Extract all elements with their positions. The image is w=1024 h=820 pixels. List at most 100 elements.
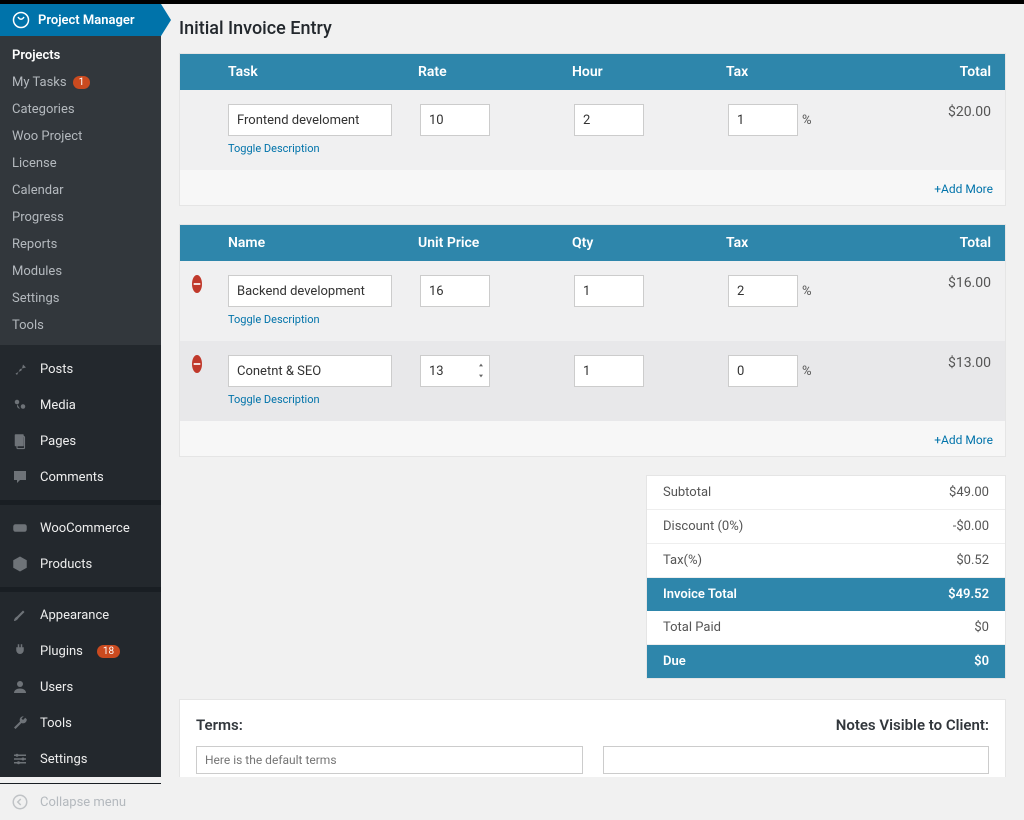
sidebar-item-reports[interactable]: Reports [0,231,161,258]
table-row: Toggle Description % $13.00 [180,341,1005,421]
nav-pages[interactable]: Pages [0,423,161,459]
qty-input[interactable] [574,355,644,387]
rate-input[interactable] [420,104,490,136]
sidebar-item-tools-pm[interactable]: Tools [0,312,161,339]
collapse-icon [10,792,30,812]
task-name-input[interactable] [228,104,392,136]
tax-input[interactable] [728,104,798,136]
number-spinner [475,360,487,381]
tools-icon [10,713,30,733]
add-more-link[interactable]: +Add More [934,182,993,196]
appearance-icon [10,605,30,625]
media-icon [10,395,30,415]
nav-posts[interactable]: Posts [0,351,161,387]
items-table-header: Name Unit Price Qty Tax Total [180,225,1005,261]
nav-separator-2 [0,587,161,592]
sidebar-item-calendar[interactable]: Calendar [0,177,161,204]
terms-section: Terms: [196,716,583,774]
th-qty: Qty [558,235,712,251]
remove-row-button[interactable] [192,275,202,293]
th-total: Total [892,64,1005,80]
nav-plugins[interactable]: Plugins18 [0,633,161,669]
sidebar-item-projects[interactable]: Projects [0,42,161,69]
sidebar-pm-header[interactable]: Project Manager [0,4,161,36]
collapse-menu[interactable]: Collapse menu [0,783,161,820]
summary-total-paid: Total Paid$0 [647,611,1005,645]
hour-input[interactable] [574,104,644,136]
terms-input[interactable] [196,746,583,774]
nav-comments[interactable]: Comments [0,459,161,495]
tax-input[interactable] [728,355,798,387]
percent-label: % [802,284,812,299]
th-rate: Rate [404,64,558,80]
th-hour: Hour [558,64,712,80]
add-more-row: +Add More [180,170,1005,205]
sidebar-item-categories[interactable]: Categories [0,96,161,123]
nav-users[interactable]: Users [0,669,161,705]
pm-submenu: Projects My Tasks1 Categories Woo Projec… [0,36,161,345]
summary-tax: Tax(%)$0.52 [647,544,1005,578]
admin-sidebar: Project Manager Projects My Tasks1 Categ… [0,4,161,777]
page-icon [10,431,30,451]
items-table: Name Unit Price Qty Tax Total Toggle Des… [179,224,1006,457]
remove-row-button[interactable] [192,355,202,373]
plugin-icon [10,641,30,661]
sidebar-item-my-tasks[interactable]: My Tasks1 [0,69,161,96]
add-more-row-2: +Add More [180,421,1005,456]
nav-media[interactable]: Media [0,387,161,423]
nav-separator [0,500,161,505]
qty-input[interactable] [574,275,644,307]
summary-discount: Discount (0%)-$0.00 [647,510,1005,544]
add-more-link[interactable]: +Add More [934,433,993,447]
settings-icon [10,749,30,769]
nav-tools[interactable]: Tools [0,705,161,741]
toggle-description-link[interactable]: Toggle Description [228,142,320,155]
summary-subtotal: Subtotal$49.00 [647,476,1005,510]
invoice-summary: Subtotal$49.00 Discount (0%)-$0.00 Tax(%… [646,475,1006,679]
sidebar-item-progress[interactable]: Progress [0,204,161,231]
toggle-description-link[interactable]: Toggle Description [228,313,320,326]
th-name: Name [214,235,404,251]
nav-appearance[interactable]: Appearance [0,597,161,633]
users-icon [10,677,30,697]
notes-input[interactable] [603,746,990,774]
notes-section: Notes Visible to Client: [603,716,990,774]
th-tax: Tax [712,64,892,80]
nav-woocommerce[interactable]: WooCommerce [0,510,161,546]
tasks-table-header: Task Rate Hour Tax Total [180,54,1005,90]
footer-sections: Terms: Notes Visible to Client: [179,699,1006,777]
table-row: Toggle Description % $16.00 [180,261,1005,341]
project-manager-title: Project Manager [38,13,135,28]
th-tax-2: Tax [712,235,892,251]
tax-input[interactable] [728,275,798,307]
item-name-input[interactable] [228,355,392,387]
page-title: Initial Invoice Entry [179,18,1006,39]
percent-label: % [802,113,812,128]
summary-due: Due$0 [647,645,1005,678]
item-name-input[interactable] [228,275,392,307]
wp-nav: Posts Media Pages Comments WooCommerce P… [0,345,161,783]
product-icon [10,554,30,574]
project-manager-logo-icon [12,11,30,29]
spinner-down-button[interactable] [475,371,487,381]
unitprice-input[interactable] [420,275,490,307]
tasks-table: Task Rate Hour Tax Total Toggle Descript… [179,53,1006,206]
summary-invoice-total: Invoice Total$49.52 [647,578,1005,611]
nav-settings[interactable]: Settings [0,741,161,777]
nav-products[interactable]: Products [0,546,161,582]
sidebar-item-settings-pm[interactable]: Settings [0,285,161,312]
sidebar-item-modules[interactable]: Modules [0,258,161,285]
table-row: Toggle Description % $20.00 [180,90,1005,170]
notes-heading: Notes Visible to Client: [603,716,990,734]
pin-icon [10,359,30,379]
sidebar-item-woo-project[interactable]: Woo Project [0,123,161,150]
plugins-badge: 18 [97,645,120,658]
percent-label: % [802,364,812,379]
spinner-up-button[interactable] [475,360,487,370]
terms-heading: Terms: [196,716,583,734]
sidebar-item-license[interactable]: License [0,150,161,177]
toggle-description-link[interactable]: Toggle Description [228,393,320,406]
comment-icon [10,467,30,487]
main-content: Initial Invoice Entry Task Rate Hour Tax… [161,4,1024,777]
woo-icon [10,518,30,538]
